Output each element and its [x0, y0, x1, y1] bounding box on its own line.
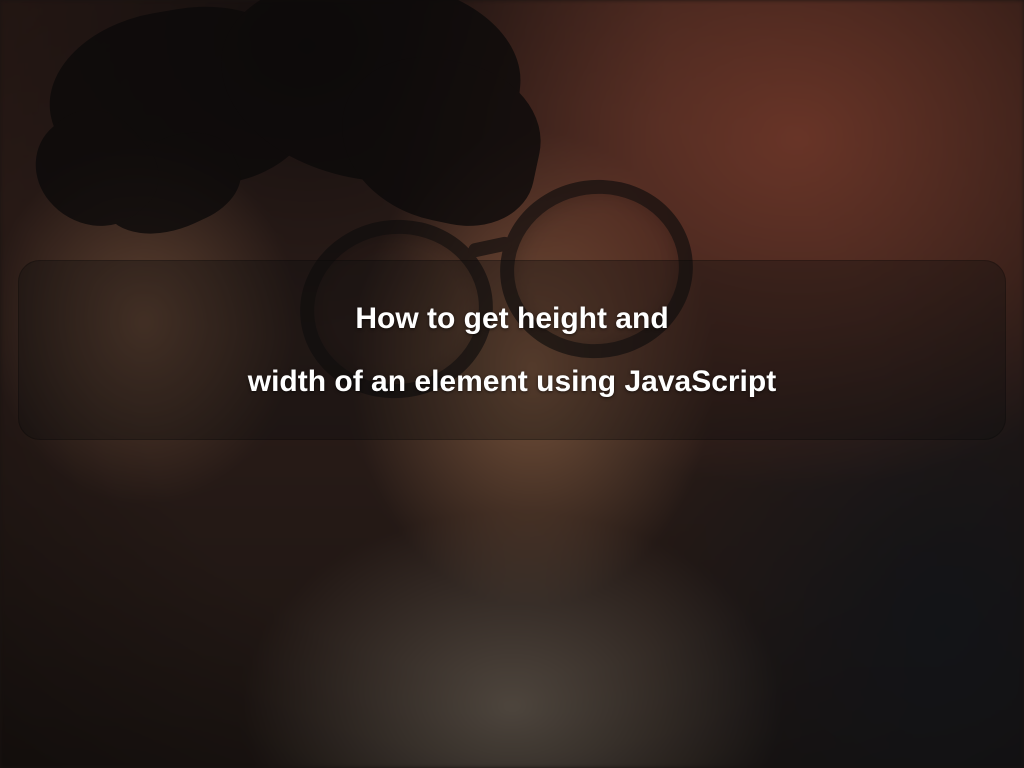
- hero-image: How to get height and width of an elemen…: [0, 0, 1024, 768]
- title-overlay: How to get height and width of an elemen…: [18, 260, 1006, 440]
- title-line-1: How to get height and: [355, 299, 668, 338]
- title-line-2: width of an element using JavaScript: [248, 362, 776, 401]
